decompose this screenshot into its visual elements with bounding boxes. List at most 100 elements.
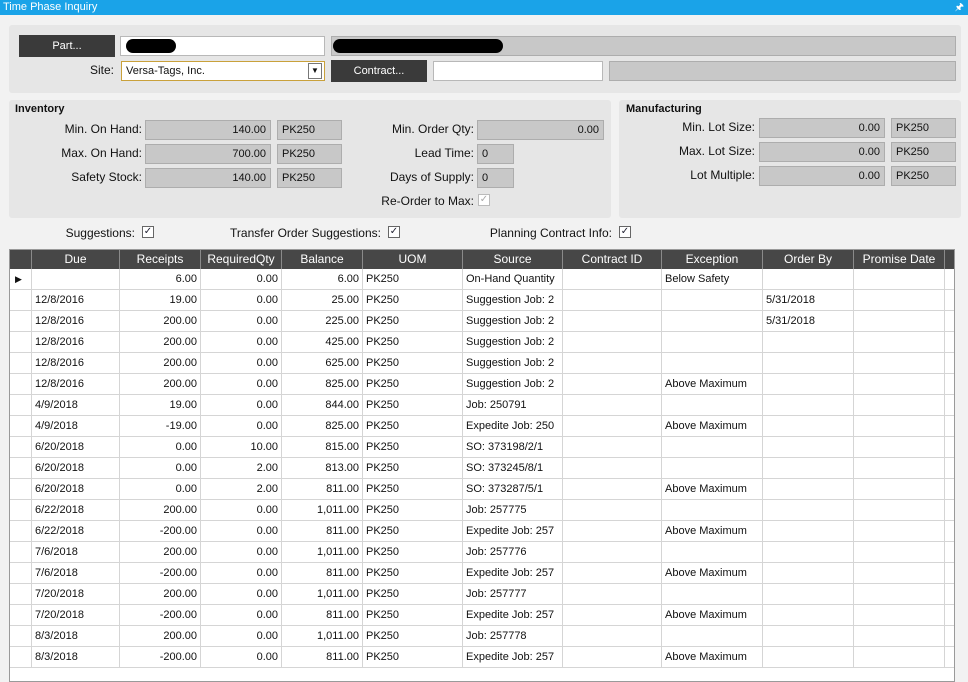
- row-selector[interactable]: [10, 521, 32, 542]
- row-selector[interactable]: [10, 290, 32, 311]
- cell-promise-date: [854, 479, 945, 500]
- cell-uom: PK250: [363, 458, 463, 479]
- table-row[interactable]: 6/20/2018 0.00 2.00 811.00 PK250 SO: 373287/5…: [10, 479, 954, 500]
- cell-balance: 225.00: [282, 311, 363, 332]
- cell-order-by: 5/31/2018: [763, 290, 854, 311]
- cell-required-qty: 0.00: [201, 647, 282, 668]
- cell-source: Expedite Job: 257: [463, 605, 563, 626]
- cell-balance: 825.00: [282, 416, 363, 437]
- cell-required-qty: 0.00: [201, 416, 282, 437]
- row-selector[interactable]: [10, 647, 32, 668]
- cell-exception: [662, 353, 763, 374]
- cell-order-by: [763, 584, 854, 605]
- row-selector[interactable]: [10, 395, 32, 416]
- row-selector[interactable]: [10, 584, 32, 605]
- cell-order-by: [763, 626, 854, 647]
- row-selector[interactable]: [10, 479, 32, 500]
- table-row[interactable]: 4/9/2018 19.00 0.00 844.00 PK250 Job: 250791: [10, 395, 954, 416]
- column-header-exception[interactable]: Exception: [662, 250, 763, 269]
- column-header-balance[interactable]: Balance: [282, 250, 363, 269]
- cell-receipts: 6.00: [120, 269, 201, 290]
- row-selector[interactable]: [10, 542, 32, 563]
- chevron-down-icon[interactable]: ▼: [308, 63, 322, 79]
- pin-icon[interactable]: 🖈: [955, 0, 964, 15]
- table-row[interactable]: 8/3/2018 200.00 0.00 1,011.00 PK250 Job: 2577…: [10, 626, 954, 647]
- planning-contract-info-checkbox[interactable]: ✓: [619, 226, 631, 238]
- current-row-arrow-icon[interactable]: ▶: [10, 269, 32, 290]
- column-header-contract-id[interactable]: Contract ID: [563, 250, 662, 269]
- table-row[interactable]: 6/20/2018 0.00 2.00 813.00 PK250 SO: 373245/8…: [10, 458, 954, 479]
- cell-required-qty: 0.00: [201, 500, 282, 521]
- cell-due: 6/22/2018: [32, 500, 120, 521]
- row-selector[interactable]: [10, 374, 32, 395]
- column-header-order-by[interactable]: Order By: [763, 250, 854, 269]
- row-selector[interactable]: [10, 500, 32, 521]
- cell-receipts: 200.00: [120, 374, 201, 395]
- cell-due: 7/20/2018: [32, 584, 120, 605]
- table-row[interactable]: 6/22/2018 200.00 0.00 1,011.00 PK250 Job: 257…: [10, 500, 954, 521]
- column-header-uom[interactable]: UOM: [363, 250, 463, 269]
- cell-receipts: 200.00: [120, 542, 201, 563]
- cell-source: Job: 250791: [463, 395, 563, 416]
- cell-uom: PK250: [363, 626, 463, 647]
- cell-uom: PK250: [363, 290, 463, 311]
- cell-due: 12/8/2016: [32, 353, 120, 374]
- cell-promise-date: [854, 374, 945, 395]
- cell-due: 6/22/2018: [32, 521, 120, 542]
- row-selector[interactable]: [10, 416, 32, 437]
- cell-exception: Below Safety: [662, 269, 763, 290]
- table-row[interactable]: 7/6/2018 200.00 0.00 1,011.00 PK250 Job: 2577…: [10, 542, 954, 563]
- row-selector[interactable]: [10, 437, 32, 458]
- table-row[interactable]: 8/3/2018 -200.00 0.00 811.00 PK250 Expedite J…: [10, 647, 954, 668]
- cell-source: On-Hand Quantity: [463, 269, 563, 290]
- cell-due: 8/3/2018: [32, 647, 120, 668]
- row-selector[interactable]: [10, 458, 32, 479]
- column-header-due[interactable]: Due: [32, 250, 120, 269]
- cell-balance: 825.00: [282, 374, 363, 395]
- cell-order-by: [763, 605, 854, 626]
- inventory-title: Inventory: [15, 103, 65, 115]
- cell-source: SO: 373245/8/1: [463, 458, 563, 479]
- contract-button[interactable]: Contract...: [331, 60, 427, 82]
- table-row[interactable]: ▶ 6.00 0.00 6.00 PK250 On-Hand Quantity Below …: [10, 269, 954, 290]
- cell-contract-id: [563, 500, 662, 521]
- cell-exception: Above Maximum: [662, 563, 763, 584]
- time-phase-grid[interactable]: Due Receipts RequiredQty Balance UOM Source Co…: [9, 249, 955, 682]
- max-lot-size-label: Max. Lot Size:: [678, 144, 755, 158]
- row-selector[interactable]: [10, 311, 32, 332]
- row-selector[interactable]: [10, 332, 32, 353]
- cell-order-by: [763, 500, 854, 521]
- row-selector[interactable]: [10, 353, 32, 374]
- table-row[interactable]: 12/8/2016 200.00 0.00 225.00 PK250 Suggestion…: [10, 311, 954, 332]
- cell-due: 12/8/2016: [32, 311, 120, 332]
- table-row[interactable]: 12/8/2016 200.00 0.00 625.00 PK250 Suggestion…: [10, 353, 954, 374]
- row-selector[interactable]: [10, 626, 32, 647]
- site-select[interactable]: Versa-Tags, Inc.: [121, 61, 325, 81]
- table-row[interactable]: 7/20/2018 -200.00 0.00 811.00 PK250 Expedite …: [10, 605, 954, 626]
- table-row[interactable]: 7/20/2018 200.00 0.00 1,011.00 PK250 Job: 257…: [10, 584, 954, 605]
- table-row[interactable]: 12/8/2016 200.00 0.00 825.00 PK250 Suggestion…: [10, 374, 954, 395]
- table-row[interactable]: 6/22/2018 -200.00 0.00 811.00 PK250 Expedite …: [10, 521, 954, 542]
- row-selector[interactable]: [10, 563, 32, 584]
- table-row[interactable]: 7/6/2018 -200.00 0.00 811.00 PK250 Expedite J…: [10, 563, 954, 584]
- cell-required-qty: 0.00: [201, 353, 282, 374]
- cell-contract-id: [563, 374, 662, 395]
- part-button[interactable]: Part...: [19, 35, 115, 57]
- table-row[interactable]: 4/9/2018 -19.00 0.00 825.00 PK250 Expedite Jo…: [10, 416, 954, 437]
- table-row[interactable]: 12/8/2016 200.00 0.00 425.00 PK250 Suggestion…: [10, 332, 954, 353]
- table-row[interactable]: 6/20/2018 0.00 10.00 815.00 PK250 SO: 373198/…: [10, 437, 954, 458]
- cell-exception: [662, 332, 763, 353]
- suggestions-checkbox[interactable]: ✓: [142, 226, 154, 238]
- column-header-required-qty[interactable]: RequiredQty: [201, 250, 282, 269]
- column-header-source[interactable]: Source: [463, 250, 563, 269]
- max-on-hand-label: Max. On Hand:: [61, 146, 142, 160]
- transfer-order-suggestions-checkbox[interactable]: ✓: [388, 226, 400, 238]
- cell-order-by: [763, 521, 854, 542]
- row-selector[interactable]: [10, 605, 32, 626]
- column-header-promise-date[interactable]: Promise Date: [854, 250, 945, 269]
- table-row[interactable]: 12/8/2016 19.00 0.00 25.00 PK250 Suggestion J…: [10, 290, 954, 311]
- site-value: Versa-Tags, Inc.: [126, 65, 205, 77]
- contract-input[interactable]: [433, 61, 603, 81]
- lot-multiple-label: Lot Multiple:: [690, 168, 755, 182]
- column-header-receipts[interactable]: Receipts: [120, 250, 201, 269]
